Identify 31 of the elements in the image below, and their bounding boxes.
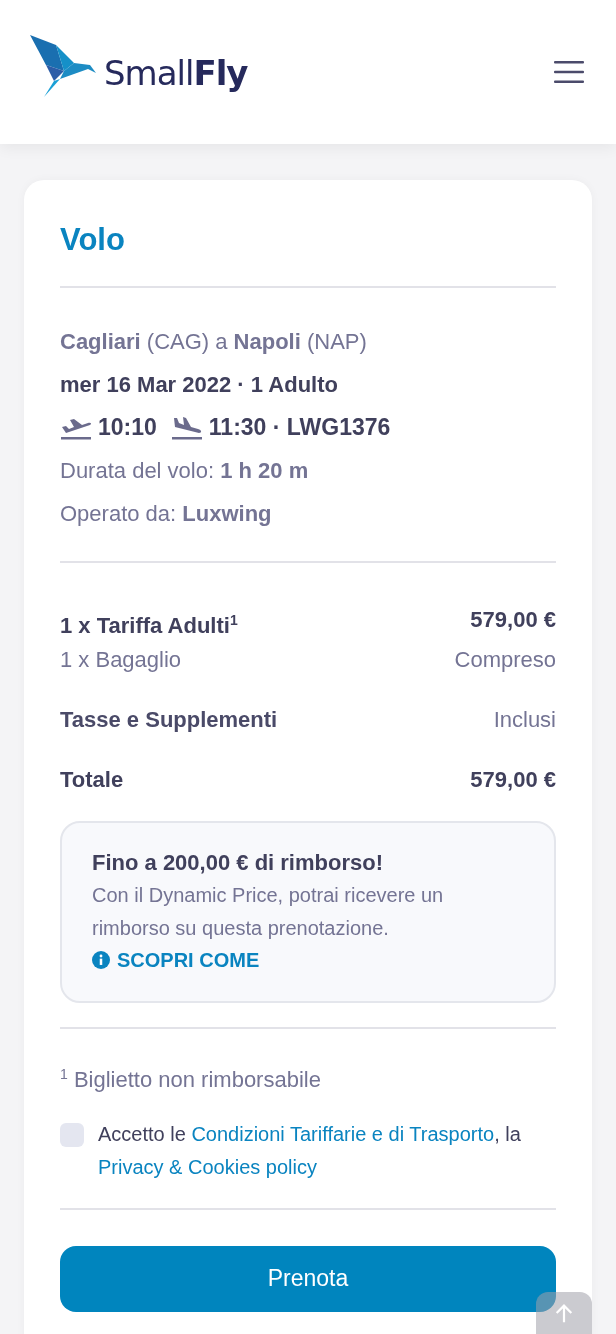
price-value: Inclusi [493, 706, 556, 735]
learn-more-link[interactable]: SCOPRI COME [92, 945, 524, 976]
departure-time: 10:10 [98, 413, 157, 442]
consent-text: Accetto le Condizioni Tariffarie e di Trasporto, la Privacy & Cookies policy [98, 1121, 522, 1180]
logo-text: SmallFly [104, 53, 248, 93]
price-value: 579,00 € [470, 766, 556, 795]
duration-text: Durata del volo: 1 h 20 m [60, 457, 310, 485]
price-label: 1 x Bagaglio [60, 646, 182, 675]
refund-text: Con il Dynamic Price, potrai ricevere un rimborso su questa prenotazione. [92, 883, 445, 942]
route-text: Cagliari (CAG) a Napoli (NAP) [60, 328, 368, 356]
footnote-text: $^{1}$ Biglietto non rimborsabile [60, 1065, 322, 1095]
arrival-time-flight-number: 11:30 · LWG1376 [208, 413, 391, 442]
book-button[interactable]: Prenota [60, 1245, 556, 1312]
refund-title: Fino a 200,00 € di rimborso! [92, 849, 384, 878]
price-label: 1 x Tariffa Adulti$^{1}$ [60, 611, 238, 641]
info-icon [92, 951, 110, 970]
terms-link[interactable]: Privacy & Cookies policy [98, 1155, 317, 1178]
landing-icon [170, 415, 203, 440]
date-text: mer 16 Mar 2022 · 1 Adulto [60, 371, 339, 399]
menu-icon[interactable] [554, 61, 584, 83]
scroll-top-button[interactable] [536, 1292, 592, 1334]
price-label: Tasse e Supplementi [60, 706, 278, 735]
operator-text: Operato da: Luxwing [60, 500, 273, 528]
arrow-up-icon [553, 1302, 575, 1324]
price-value: 579,00 € [470, 606, 556, 634]
consent-checkbox[interactable] [60, 1122, 84, 1147]
section-title: Volo [60, 221, 126, 259]
price-value: Compreso [454, 646, 556, 675]
bird-logo-icon [30, 35, 96, 97]
terms-link[interactable]: Condizioni Tariffarie e di Trasporto [191, 1122, 495, 1145]
price-label: Totale [60, 766, 124, 795]
